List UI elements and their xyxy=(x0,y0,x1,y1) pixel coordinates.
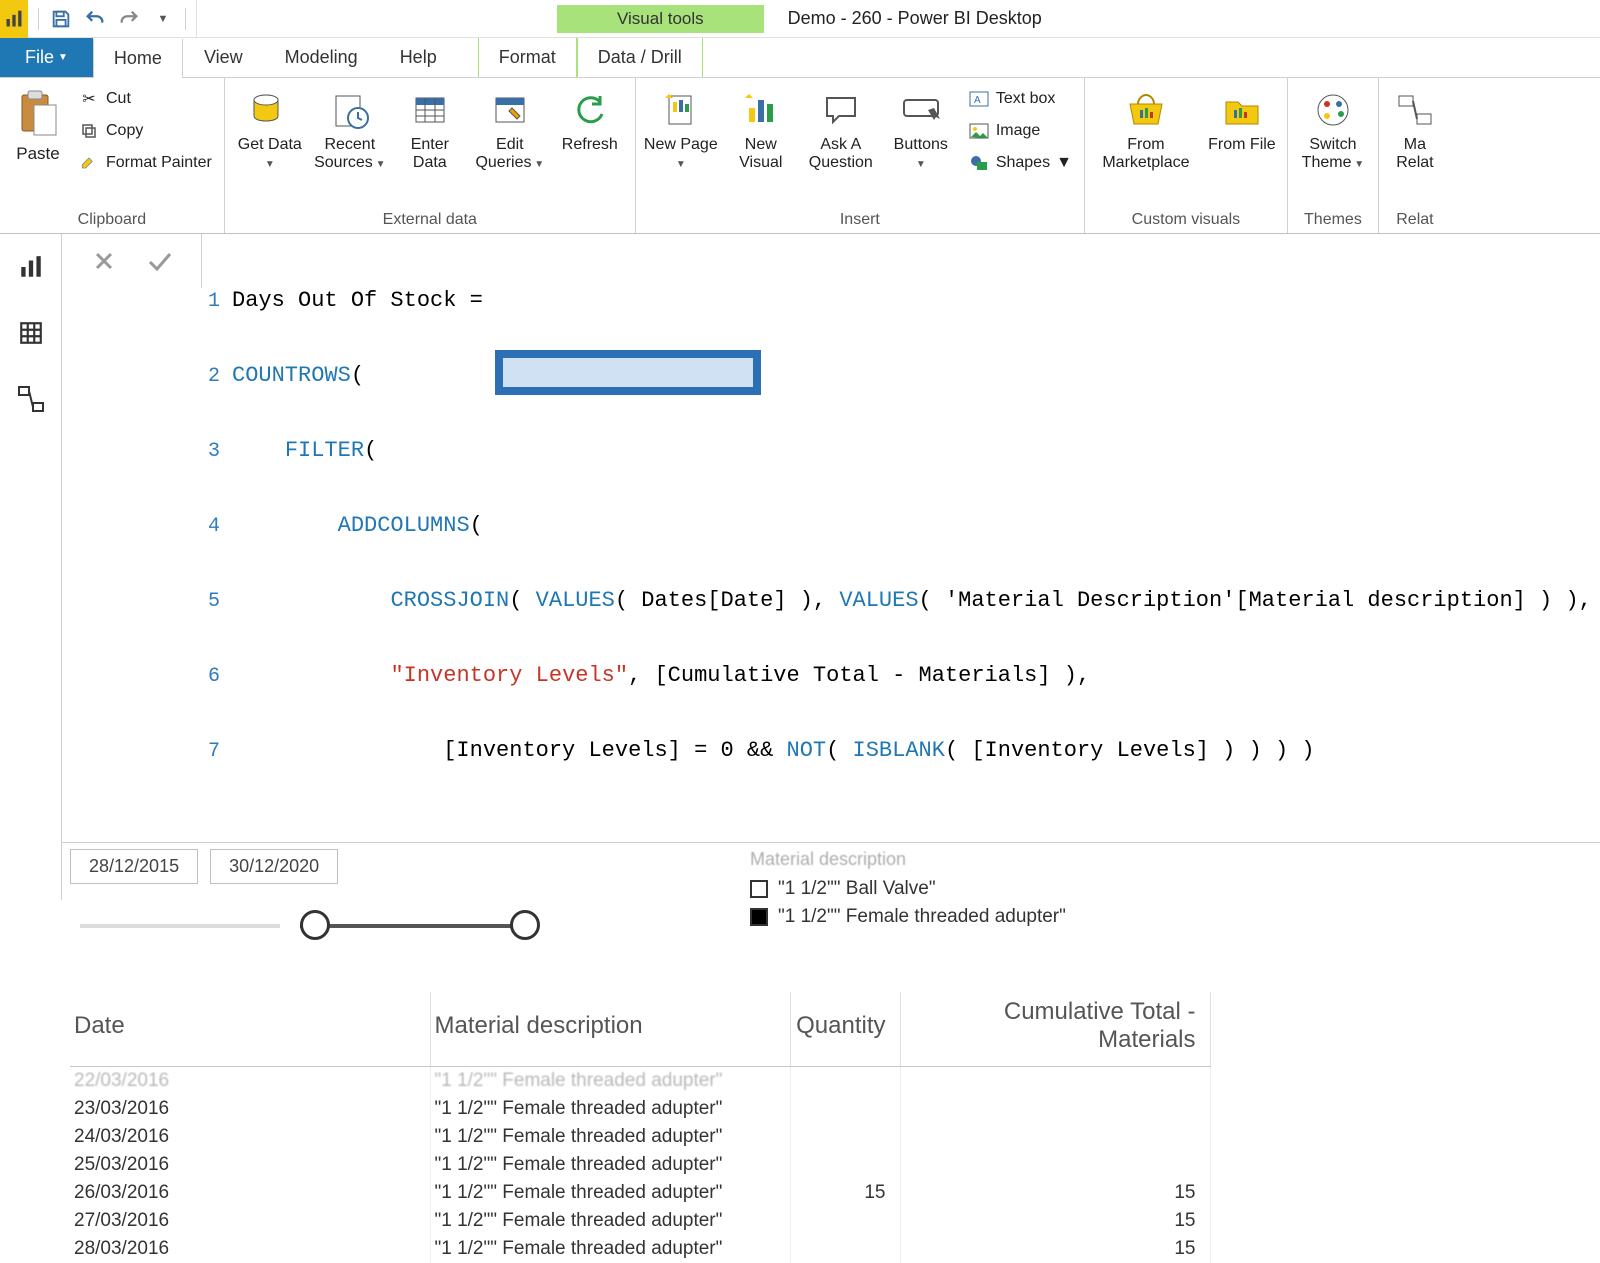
paintbrush-icon xyxy=(78,152,100,174)
slider-handle-from[interactable] xyxy=(300,910,330,940)
date-slicer[interactable]: 28/12/2015 30/12/2020 xyxy=(70,849,630,946)
slicer-slider[interactable] xyxy=(70,906,630,946)
qat-dropdown-icon[interactable]: ▼ xyxy=(151,7,175,31)
refresh-button[interactable]: Refresh xyxy=(551,82,629,158)
manage-relationships-button[interactable]: MaRelat xyxy=(1385,82,1445,177)
title-bar: ▼ Visual tools Demo - 260 - Power BI Des… xyxy=(0,0,1600,38)
textbox-button[interactable]: AText box xyxy=(962,84,1078,114)
image-button[interactable]: Image xyxy=(962,116,1078,146)
buttons-button[interactable]: Buttons▼ xyxy=(882,82,960,177)
slicer-to-date[interactable]: 30/12/2020 xyxy=(210,849,338,884)
switch-theme-button[interactable]: Switch Theme ▼ xyxy=(1294,82,1372,177)
speech-bubble-icon xyxy=(817,86,865,134)
from-marketplace-button[interactable]: From Marketplace xyxy=(1091,82,1201,177)
ask-question-button[interactable]: Ask A Question xyxy=(802,82,880,177)
column-header-quantity[interactable]: Quantity xyxy=(790,992,900,1067)
recent-sources-button[interactable]: Recent Sources ▼ xyxy=(311,82,389,177)
table-row[interactable]: 22/03/2016"1 1/2"" Female threaded adupt… xyxy=(70,1067,1210,1096)
marketplace-icon xyxy=(1122,86,1170,134)
report-canvas: 1Days Out Of Stock = 2COUNTROWS( 3 FILTE… xyxy=(62,234,1600,900)
view-switcher xyxy=(0,234,62,900)
formula-bar: 1Days Out Of Stock = 2COUNTROWS( 3 FILTE… xyxy=(62,234,1600,843)
format-painter-button[interactable]: Format Painter xyxy=(72,148,218,178)
undo-icon[interactable] xyxy=(83,7,107,31)
table-icon xyxy=(406,86,454,134)
window-title: Demo - 260 - Power BI Desktop xyxy=(764,8,1066,29)
tab-help[interactable]: Help xyxy=(379,38,458,77)
legend-swatch xyxy=(750,880,768,898)
svg-text:A: A xyxy=(974,95,981,106)
ribbon: Paste ✂Cut Copy Format Painter Clipboard… xyxy=(0,78,1600,234)
new-visual-button[interactable]: New Visual xyxy=(722,82,800,177)
from-file-button[interactable]: From File xyxy=(1203,82,1281,158)
ribbon-group-custom-visuals: From Marketplace From File Custom visual… xyxy=(1085,78,1288,233)
ribbon-group-external-data: Get Data ▼ Recent Sources ▼ Enter Data E… xyxy=(225,78,636,233)
cancel-formula-button[interactable] xyxy=(85,242,123,280)
shapes-icon xyxy=(968,152,990,174)
tab-modeling[interactable]: Modeling xyxy=(264,38,379,77)
tab-home[interactable]: Home xyxy=(93,39,183,78)
refresh-icon xyxy=(566,86,614,134)
textbox-icon: A xyxy=(968,88,990,110)
get-data-button[interactable]: Get Data ▼ xyxy=(231,82,309,177)
save-icon[interactable] xyxy=(49,7,73,31)
contextual-tab-header: Visual tools xyxy=(557,5,764,33)
button-icon xyxy=(897,86,945,134)
app-logo xyxy=(0,0,28,38)
table-row[interactable]: 24/03/2016"1 1/2"" Female threaded adupt… xyxy=(70,1123,1210,1151)
legend-item[interactable]: "1 1/2"" Ball Valve" xyxy=(750,878,1066,900)
legend: Material description "1 1/2"" Ball Valve… xyxy=(750,849,1066,928)
column-header-description[interactable]: Material description xyxy=(430,992,790,1067)
chart-icon xyxy=(737,86,785,134)
new-page-icon xyxy=(657,86,705,134)
table-row[interactable]: 26/03/2016"1 1/2"" Female threaded adupt… xyxy=(70,1179,1210,1207)
tab-format[interactable]: Format xyxy=(478,38,577,77)
tab-data-drill[interactable]: Data / Drill xyxy=(577,38,703,77)
shapes-button[interactable]: Shapes ▼ xyxy=(962,148,1078,178)
report-view-icon[interactable] xyxy=(16,252,46,282)
table-row[interactable]: 28/03/2016"1 1/2"" Female threaded adupt… xyxy=(70,1235,1210,1263)
commit-formula-button[interactable] xyxy=(141,242,179,280)
relationships-icon xyxy=(1391,86,1439,134)
legend-title: Material description xyxy=(750,849,1066,870)
tab-file[interactable]: File ▼ xyxy=(0,38,93,77)
clipboard-icon xyxy=(16,86,60,142)
slider-handle-to[interactable] xyxy=(510,910,540,940)
legend-item[interactable]: "1 1/2"" Female threaded adupter" xyxy=(750,906,1066,928)
quick-access-toolbar: ▼ xyxy=(28,0,197,37)
from-file-icon xyxy=(1218,86,1266,134)
model-view-icon[interactable] xyxy=(16,384,46,414)
cut-button[interactable]: ✂Cut xyxy=(72,84,218,114)
redo-icon[interactable] xyxy=(117,7,141,31)
recent-icon xyxy=(326,86,374,134)
scissors-icon: ✂ xyxy=(78,88,100,110)
ribbon-group-insert: New Page ▼ New Visual Ask A Question But… xyxy=(636,78,1085,233)
column-header-date[interactable]: Date xyxy=(70,992,430,1067)
legend-swatch xyxy=(750,908,768,926)
ribbon-group-clipboard: Paste ✂Cut Copy Format Painter Clipboard xyxy=(0,78,225,233)
new-page-button[interactable]: New Page ▼ xyxy=(642,82,720,177)
tab-view[interactable]: View xyxy=(183,38,264,77)
palette-icon xyxy=(1309,86,1357,134)
database-icon xyxy=(246,86,294,134)
data-view-icon[interactable] xyxy=(16,318,46,348)
ribbon-tabs: File ▼ Home View Modeling Help Format Da… xyxy=(0,38,1600,78)
table-row[interactable]: 27/03/2016"1 1/2"" Female threaded adupt… xyxy=(70,1207,1210,1235)
paste-button[interactable]: Paste xyxy=(6,82,70,168)
copy-icon xyxy=(78,120,100,142)
slicer-from-date[interactable]: 28/12/2015 xyxy=(70,849,198,884)
dax-editor[interactable]: 1Days Out Of Stock = 2COUNTROWS( 3 FILTE… xyxy=(202,234,1600,842)
table-row[interactable]: 23/03/2016"1 1/2"" Female threaded adupt… xyxy=(70,1095,1210,1123)
copy-button[interactable]: Copy xyxy=(72,116,218,146)
ribbon-group-themes: Switch Theme ▼ Themes xyxy=(1288,78,1379,233)
ribbon-group-relationships: MaRelat Relat xyxy=(1379,78,1451,233)
table-row[interactable]: 25/03/2016"1 1/2"" Female threaded adupt… xyxy=(70,1151,1210,1179)
column-header-cumulative[interactable]: Cumulative Total - Materials xyxy=(900,992,1210,1067)
edit-queries-button[interactable]: Edit Queries ▼ xyxy=(471,82,549,177)
edit-queries-icon xyxy=(486,86,534,134)
enter-data-button[interactable]: Enter Data xyxy=(391,82,469,177)
image-icon xyxy=(968,120,990,142)
data-table-visual[interactable]: Date Material description Quantity Cumul… xyxy=(70,992,1592,1263)
